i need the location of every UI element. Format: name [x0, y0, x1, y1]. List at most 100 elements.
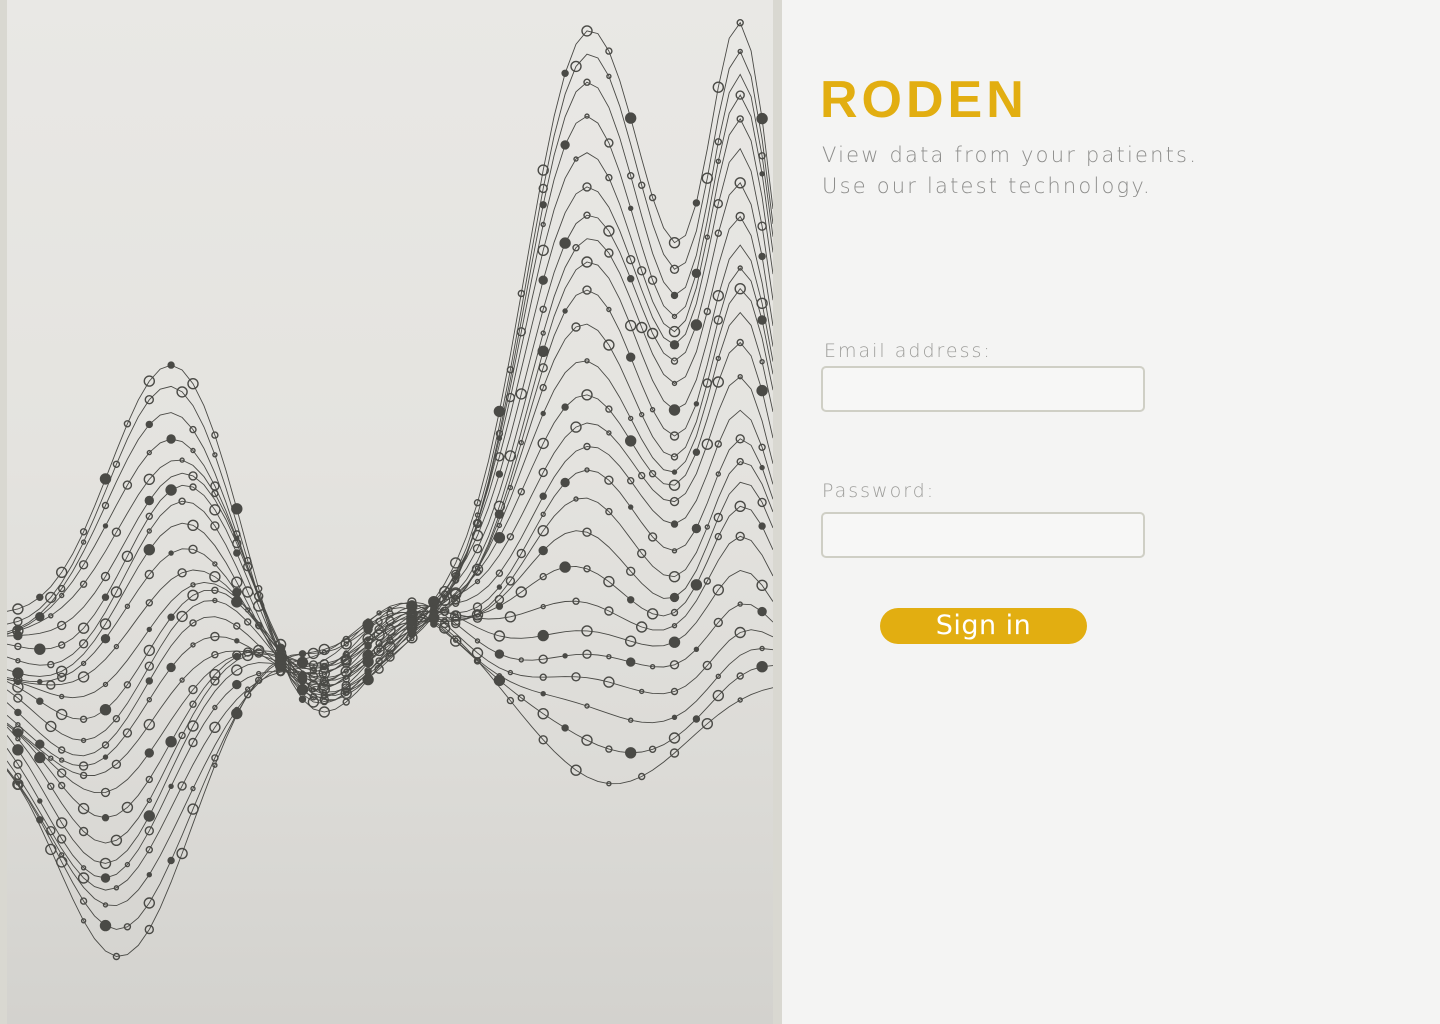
wave-node: [144, 495, 155, 506]
wave-node: [364, 668, 372, 676]
wave-node: [625, 112, 637, 124]
wave-node: [37, 798, 43, 804]
wave-node: [690, 319, 703, 331]
wave-node: [14, 708, 22, 717]
wave-node: [560, 477, 570, 488]
wave-node: [146, 626, 153, 633]
wave-node: [759, 171, 765, 177]
wave-node: [627, 596, 635, 604]
wave-node: [165, 484, 177, 496]
password-label: Password:: [822, 480, 936, 502]
wave-node: [362, 619, 374, 631]
wave-node: [232, 679, 242, 690]
wave-node: [626, 352, 636, 362]
wave-node: [559, 561, 571, 573]
wave-lines: [7, 19, 773, 961]
wave-node: [494, 649, 505, 659]
wave-node: [233, 652, 241, 661]
wave-node: [495, 602, 504, 610]
wave-node: [34, 751, 46, 764]
wave-node: [102, 523, 109, 529]
wave-node: [144, 748, 155, 758]
wave-node: [559, 237, 571, 249]
wave-node: [146, 872, 153, 878]
wave-node: [431, 605, 437, 611]
wave-line: [7, 341, 773, 720]
wave-node: [13, 630, 23, 641]
wave-node: [562, 653, 568, 659]
wave-line: [7, 438, 773, 767]
wave-node: [362, 655, 374, 668]
wave-line: [7, 611, 773, 930]
wave-node: [37, 679, 43, 685]
wave-node: [668, 404, 681, 416]
wave-node: [100, 873, 111, 883]
wave-node: [298, 695, 307, 703]
wave-node: [234, 638, 240, 644]
wave-node: [233, 549, 241, 557]
tagline: View data from your patients. Use our la…: [822, 140, 1198, 202]
wave-node: [231, 707, 243, 720]
wave-node: [538, 545, 548, 556]
wave-node: [757, 606, 767, 617]
email-field[interactable]: [821, 366, 1145, 412]
wave-node: [756, 661, 768, 673]
wave-node: [625, 747, 637, 759]
wave-node: [12, 667, 24, 679]
wave-node: [232, 587, 242, 598]
wave-node: [670, 520, 679, 528]
wave-node: [627, 275, 635, 283]
wave-line: [7, 73, 773, 696]
wave-node: [626, 657, 636, 667]
wave-node: [34, 643, 46, 655]
wave-node: [102, 754, 109, 760]
wave-node: [537, 345, 549, 357]
wave-node: [671, 469, 678, 475]
wave-node: [669, 592, 680, 603]
wave-node: [143, 810, 156, 822]
wave-node: [100, 634, 111, 644]
wave-node: [537, 629, 549, 642]
wave-node: [496, 584, 503, 590]
wave-node: [145, 420, 154, 429]
wave-node: [692, 715, 701, 723]
brand-logo: RODEN: [820, 71, 1028, 129]
wave-node: [561, 69, 569, 78]
wave-node: [231, 596, 243, 608]
wave-node: [758, 522, 766, 530]
wave-node: [692, 448, 701, 456]
wave-node: [668, 636, 681, 648]
data-wave-graphic: [7, 19, 773, 961]
wave-node: [143, 544, 156, 556]
sign-in-button[interactable]: Sign in: [880, 608, 1087, 644]
wave-node: [36, 697, 44, 705]
wave-node: [166, 662, 176, 673]
wave-node: [756, 384, 768, 397]
tagline-line-1: View data from your patients.: [822, 143, 1199, 167]
email-label: Email address:: [824, 340, 992, 362]
wave-node: [167, 613, 175, 621]
password-field[interactable]: [821, 512, 1145, 558]
wave-node: [625, 435, 637, 447]
wave-node: [693, 401, 700, 407]
wave-node: [495, 470, 504, 478]
wave-node: [166, 434, 176, 444]
wave-node: [669, 340, 680, 350]
wave-node: [165, 736, 177, 748]
wave-node: [299, 670, 306, 676]
wave-node: [167, 856, 175, 865]
wave-line: [7, 94, 773, 693]
wave-node: [628, 504, 634, 510]
wave-node: [35, 612, 45, 622]
wave-node: [670, 291, 679, 300]
wave-node: [168, 783, 174, 789]
wave-line: [7, 611, 773, 957]
wave-node: [628, 205, 634, 212]
wave-node: [693, 646, 700, 652]
wave-node: [561, 403, 569, 411]
wave-node: [168, 550, 174, 556]
wave-node: [493, 532, 506, 544]
wave-node: [561, 724, 569, 732]
wave-node: [562, 308, 568, 314]
wave-node: [671, 714, 678, 720]
